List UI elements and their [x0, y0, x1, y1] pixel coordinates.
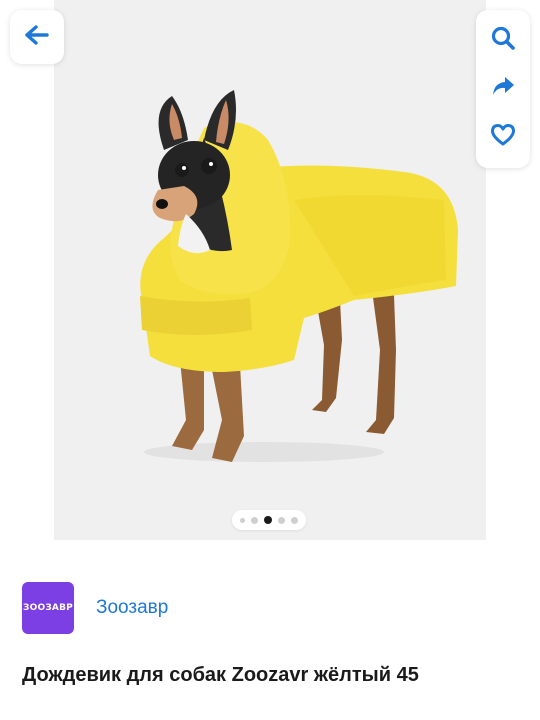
gallery-dot[interactable]	[240, 517, 245, 523]
dog-raincoat-image	[54, 0, 486, 540]
image-actions-panel	[476, 10, 530, 168]
product-photo[interactable]	[54, 0, 486, 540]
gallery-dot[interactable]	[251, 516, 258, 524]
gallery-dot[interactable]	[278, 516, 285, 524]
seller-row[interactable]: ЗООЗАВР Зоозавр	[22, 582, 168, 634]
product-title: Дождевик для собак Zoozavr жёлтый 45	[22, 664, 419, 686]
favorite-button[interactable]	[483, 118, 523, 158]
seller-logo[interactable]: ЗООЗАВР	[22, 582, 74, 634]
share-arrow-icon	[491, 75, 515, 102]
gallery-dot-active[interactable]	[264, 516, 272, 524]
gallery-pagination[interactable]	[232, 510, 306, 530]
share-button[interactable]	[483, 69, 523, 109]
search-button[interactable]	[483, 20, 523, 60]
seller-name[interactable]: Зоозавр	[96, 597, 168, 619]
product-gallery[interactable]	[0, 0, 540, 548]
gallery-dot[interactable]	[291, 516, 298, 524]
seller-logo-text: ЗООЗАВР	[23, 603, 73, 613]
heart-icon	[490, 123, 516, 152]
arrow-left-icon	[24, 24, 50, 51]
search-icon	[490, 25, 516, 56]
back-button[interactable]	[10, 10, 64, 64]
